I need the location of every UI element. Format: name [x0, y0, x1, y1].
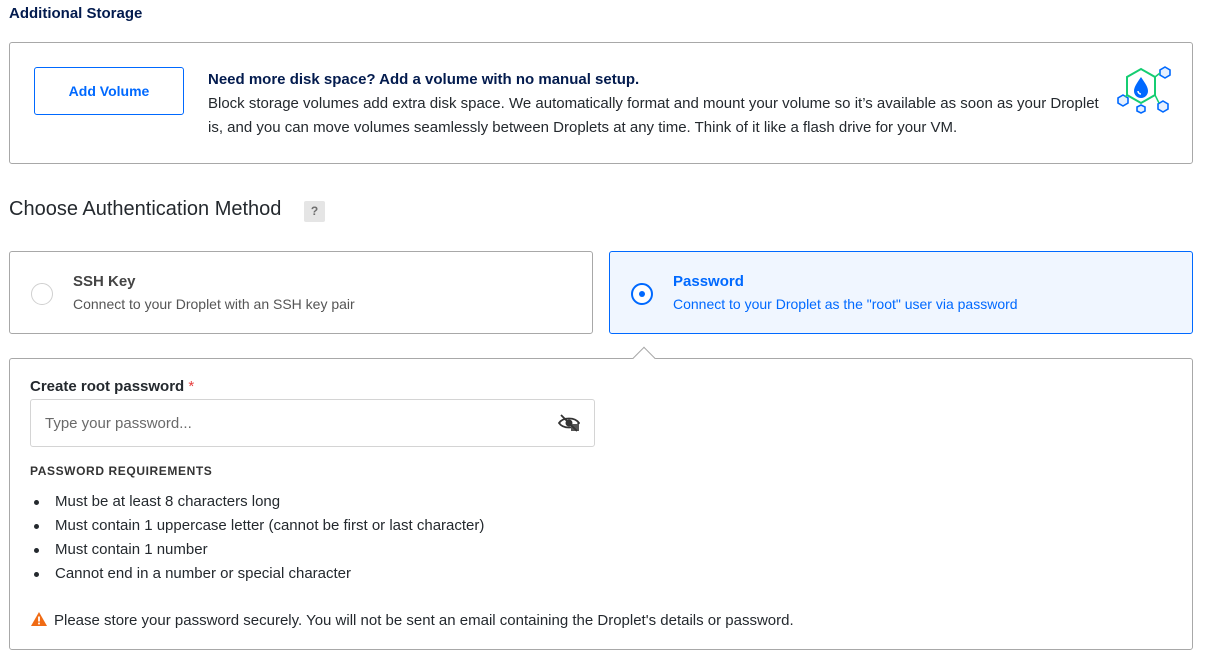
requirement-item: Must contain 1 uppercase letter (cannot … [30, 514, 484, 538]
help-icon[interactable]: ? [304, 201, 325, 222]
ssh-key-radio[interactable] [31, 283, 53, 305]
requirement-item: Cannot end in a number or special charac… [30, 562, 484, 586]
root-password-label: Create root password * [30, 378, 194, 395]
storage-description: Block storage volumes add extra disk spa… [208, 95, 1099, 136]
additional-storage-box: Add Volume Need more disk space? Add a v… [9, 42, 1193, 164]
ssh-key-title: SSH Key [73, 273, 136, 290]
auth-option-ssh-key[interactable]: SSH Key Connect to your Droplet with an … [9, 251, 593, 334]
auth-option-password[interactable]: Password Connect to your Droplet as the … [609, 251, 1193, 334]
password-requirements-heading: PASSWORD REQUIREMENTS [30, 464, 213, 478]
add-volume-button[interactable]: Add Volume [34, 67, 184, 115]
password-warning-text: Please store your password securely. You… [54, 612, 794, 629]
additional-storage-title: Additional Storage [9, 5, 143, 22]
volume-droplet-icon [1117, 66, 1171, 114]
requirement-item: Must contain 1 number [30, 538, 484, 562]
storage-info: Need more disk space? Add a volume with … [208, 68, 1108, 140]
password-radio[interactable] [631, 283, 653, 305]
password-warning: Please store your password securely. You… [30, 611, 794, 629]
storage-headline: Need more disk space? Add a volume with … [208, 71, 640, 88]
password-requirements-list: Must be at least 8 characters long Must … [30, 490, 484, 586]
password-title: Password [673, 273, 744, 290]
password-subtitle: Connect to your Droplet as the "root" us… [673, 296, 1018, 312]
eye-slash-icon[interactable] [557, 413, 581, 433]
requirement-item: Must be at least 8 characters long [30, 490, 484, 514]
warning-triangle-icon [31, 612, 47, 626]
required-marker: * [188, 378, 195, 395]
password-panel: Create root password * PASSWORD REQUIREM… [9, 346, 1193, 650]
ssh-key-subtitle: Connect to your Droplet with an SSH key … [73, 296, 355, 312]
root-password-input[interactable] [30, 399, 595, 447]
panel-pointer [632, 346, 656, 370]
root-password-label-text: Create root password [30, 378, 185, 395]
auth-method-title: Choose Authentication Method [9, 198, 282, 220]
